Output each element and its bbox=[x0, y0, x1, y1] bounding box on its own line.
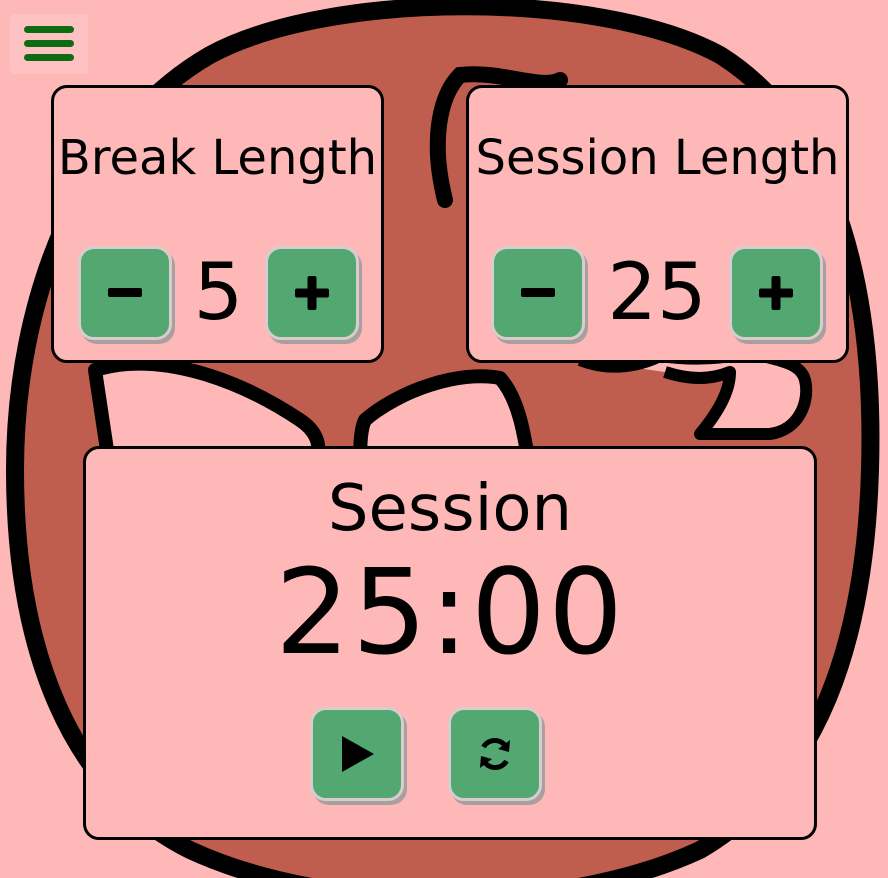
break-length-card: Break Length 5 bbox=[51, 85, 384, 363]
break-length-controls: 5 bbox=[54, 246, 381, 342]
break-decrement-button[interactable] bbox=[78, 246, 172, 340]
plus-icon bbox=[759, 276, 793, 310]
session-length-value: 25 bbox=[607, 248, 707, 338]
hamburger-menu-icon bbox=[24, 26, 74, 61]
refresh-icon bbox=[480, 737, 510, 771]
session-length-title: Session Length bbox=[475, 130, 840, 186]
play-icon bbox=[342, 736, 374, 772]
session-length-card: Session Length 25 bbox=[466, 85, 849, 363]
session-increment-button[interactable] bbox=[729, 246, 823, 340]
session-decrement-button[interactable] bbox=[491, 246, 585, 340]
session-length-controls: 25 bbox=[469, 246, 846, 342]
break-length-value: 5 bbox=[193, 248, 244, 338]
plus-icon bbox=[295, 276, 329, 310]
pomodoro-page: Break Length 5 Session Length 25 Session… bbox=[0, 0, 888, 878]
minus-icon bbox=[108, 288, 142, 297]
menu-button[interactable] bbox=[10, 14, 88, 74]
break-increment-button[interactable] bbox=[265, 246, 359, 340]
start-stop-button[interactable] bbox=[310, 707, 404, 801]
break-length-title: Break Length bbox=[57, 130, 378, 186]
timer-label: Session bbox=[327, 472, 573, 546]
timer-card: Session 25:00 bbox=[83, 446, 817, 840]
time-left-display: 25:00 bbox=[274, 543, 626, 681]
reset-button[interactable] bbox=[448, 707, 542, 801]
minus-icon bbox=[521, 288, 555, 297]
